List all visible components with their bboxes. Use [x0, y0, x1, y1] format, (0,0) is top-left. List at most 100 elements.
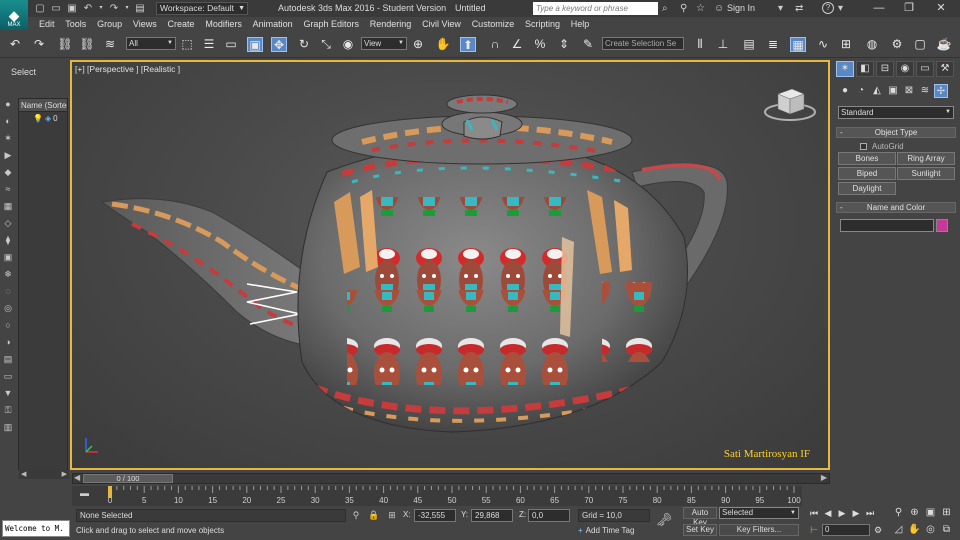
- redo-icon[interactable]: ↷: [31, 37, 47, 52]
- keyboard-shortcut-override-icon[interactable]: ⬆: [460, 37, 476, 52]
- hold-icon[interactable]: ▤: [134, 3, 146, 14]
- undo-dropdown-icon[interactable]: ▾: [98, 3, 104, 14]
- zoom-icon[interactable]: ⚲: [892, 507, 905, 519]
- time-slider[interactable]: ◀ 0 / 100 ▶: [72, 473, 830, 484]
- undo-icon[interactable]: ↶: [82, 3, 94, 14]
- next-frame-icon[interactable]: ▶: [850, 507, 862, 519]
- light-bulb-icon[interactable]: 💡: [33, 114, 43, 123]
- select-and-move-icon[interactable]: ✥: [271, 37, 287, 52]
- time-slider-thumb[interactable]: 0 / 100: [83, 474, 173, 483]
- spinner-snap-icon[interactable]: ⇕: [556, 37, 572, 52]
- redo-dropdown-icon[interactable]: ▾: [124, 3, 130, 14]
- scroll-left-icon[interactable]: ◀: [21, 470, 26, 478]
- x-coordinate-field[interactable]: -32,555: [414, 509, 456, 522]
- select-object-icon[interactable]: ⬚: [179, 37, 195, 52]
- menu-animation[interactable]: Animation: [247, 17, 298, 31]
- filter-bones-icon[interactable]: ⧫: [2, 234, 14, 246]
- motion-tab-icon[interactable]: ◉: [896, 61, 914, 77]
- category-dropdown[interactable]: Standard ▼: [838, 106, 954, 119]
- set-key-button[interactable]: Set Key: [683, 524, 717, 536]
- sunlight-button[interactable]: Sunlight: [897, 167, 955, 180]
- utilities-tab-icon[interactable]: ⚒: [936, 61, 954, 77]
- select-and-place-icon[interactable]: ◉: [340, 37, 356, 52]
- rectangular-selection-icon[interactable]: ▭: [223, 37, 239, 52]
- star-icon[interactable]: ☆: [696, 2, 705, 15]
- menu-civil-view[interactable]: Civil View: [417, 17, 467, 31]
- percent-snap-icon[interactable]: %: [532, 37, 548, 52]
- app-logo[interactable]: ◆ MAX: [0, 0, 28, 30]
- lights-icon[interactable]: ◭: [870, 84, 884, 98]
- use-pivot-center-icon[interactable]: ⊕: [410, 37, 426, 52]
- filter-xrefs-icon[interactable]: ◇: [2, 217, 14, 229]
- material-editor-icon[interactable]: ◍: [864, 37, 880, 52]
- viewport-label-menu[interactable]: [+] [Perspective ] [Realistic ]: [75, 64, 180, 74]
- space-warps-icon[interactable]: ≋: [918, 84, 932, 98]
- sign-in-link[interactable]: Sign In: [727, 3, 755, 13]
- zoom-extents-all-icon[interactable]: ⊞: [940, 507, 953, 519]
- maxscript-listener[interactable]: Welcome to M.: [2, 520, 70, 537]
- toggle-scene-explorer-icon[interactable]: ▤: [741, 37, 757, 52]
- binoculars-icon[interactable]: ⚲: [680, 2, 687, 15]
- viewcube-widget[interactable]: [762, 80, 818, 124]
- isolate-selection-icon[interactable]: ⚲: [350, 509, 362, 522]
- absolute-mode-icon[interactable]: ⊞: [386, 509, 398, 522]
- daylight-button[interactable]: Daylight: [838, 182, 896, 195]
- align-icon[interactable]: ⊥: [715, 37, 731, 52]
- new-file-icon[interactable]: ▢: [34, 3, 46, 14]
- explorer-column-header[interactable]: Name (Sorted: [19, 99, 67, 112]
- close-button[interactable]: ✕: [926, 0, 956, 17]
- modify-tab-icon[interactable]: ◧: [856, 61, 874, 77]
- hierarchy-tab-icon[interactable]: ⊟: [876, 61, 894, 77]
- menu-edit[interactable]: Edit: [28, 17, 60, 31]
- explorer-row-layer[interactable]: 💡 ◈ 0: [19, 112, 67, 124]
- filter-hidden-icon[interactable]: ◌: [2, 285, 14, 297]
- render-setup-icon[interactable]: ⚙: [889, 37, 905, 52]
- filter-lights-icon[interactable]: ✶: [2, 132, 14, 144]
- filter-shapes-icon[interactable]: ◐: [2, 115, 14, 127]
- menu-views[interactable]: Views: [128, 17, 163, 31]
- search-icon[interactable]: ⌕: [662, 2, 668, 15]
- filter-funnel-icon[interactable]: ▼: [2, 387, 14, 399]
- autogrid-checkbox[interactable]: AutoGrid: [860, 142, 904, 151]
- workspace-dropdown[interactable]: Workspace: Default ▼: [156, 2, 248, 15]
- go-to-start-icon[interactable]: ⏮: [808, 507, 820, 519]
- pan-view-icon[interactable]: ✋: [908, 524, 921, 536]
- help-icon[interactable]: ?: [822, 2, 834, 14]
- sync-icon[interactable]: ▥: [2, 421, 14, 433]
- zoom-all-icon[interactable]: ⊕: [908, 507, 921, 519]
- schematic-view-icon[interactable]: ⊞: [838, 37, 854, 52]
- add-time-tag-button[interactable]: + Add Time Tag: [578, 526, 634, 535]
- z-coordinate-field[interactable]: 0,0: [528, 509, 570, 522]
- object-color-swatch[interactable]: [936, 219, 948, 232]
- explorer-horizontal-scrollbar[interactable]: ◀ ▶: [19, 469, 69, 479]
- select-and-rotate-icon[interactable]: ↻: [296, 37, 312, 52]
- key-set-dropdown[interactable]: Selected ▼: [719, 507, 799, 519]
- go-to-end-icon[interactable]: ⏭: [864, 507, 876, 519]
- rendered-frame-window-icon[interactable]: ▢: [912, 37, 928, 52]
- menu-create[interactable]: Create: [162, 17, 200, 31]
- minimize-button[interactable]: —: [864, 0, 894, 17]
- menu-group[interactable]: Group: [92, 17, 128, 31]
- menu-rendering[interactable]: Rendering: [364, 17, 416, 31]
- save-file-icon[interactable]: ▣: [66, 3, 78, 14]
- scroll-right-icon[interactable]: ▶: [62, 470, 67, 478]
- curve-editor-icon[interactable]: ∿: [815, 37, 831, 52]
- find-icon[interactable]: ▭: [2, 370, 14, 382]
- select-and-scale-icon[interactable]: ⤡: [318, 37, 334, 52]
- link-icon[interactable]: ⛓: [57, 37, 73, 52]
- select-manipulate-icon[interactable]: ✋: [435, 37, 451, 52]
- play-icon[interactable]: ▶: [836, 507, 848, 519]
- ring-array-button[interactable]: Ring Array: [897, 152, 955, 165]
- filter-containers-icon[interactable]: ▣: [2, 251, 14, 263]
- zoom-extents-icon[interactable]: ▣: [924, 507, 937, 519]
- name-and-color-rollout-header[interactable]: - Name and Color: [836, 202, 956, 213]
- invert-display-icon[interactable]: ◑: [2, 336, 14, 348]
- exchange-icon[interactable]: ⇄: [795, 2, 803, 15]
- display-none-icon[interactable]: ○: [2, 319, 14, 331]
- filter-cameras-icon[interactable]: ▶: [2, 149, 14, 161]
- menu-graph-editors[interactable]: Graph Editors: [298, 17, 364, 31]
- create-tab-icon[interactable]: ✶: [836, 61, 854, 77]
- filter-frozen-icon[interactable]: ❄: [2, 268, 14, 280]
- filter-groups-icon[interactable]: ▦: [2, 200, 14, 212]
- display-tab-icon[interactable]: ▭: [916, 61, 934, 77]
